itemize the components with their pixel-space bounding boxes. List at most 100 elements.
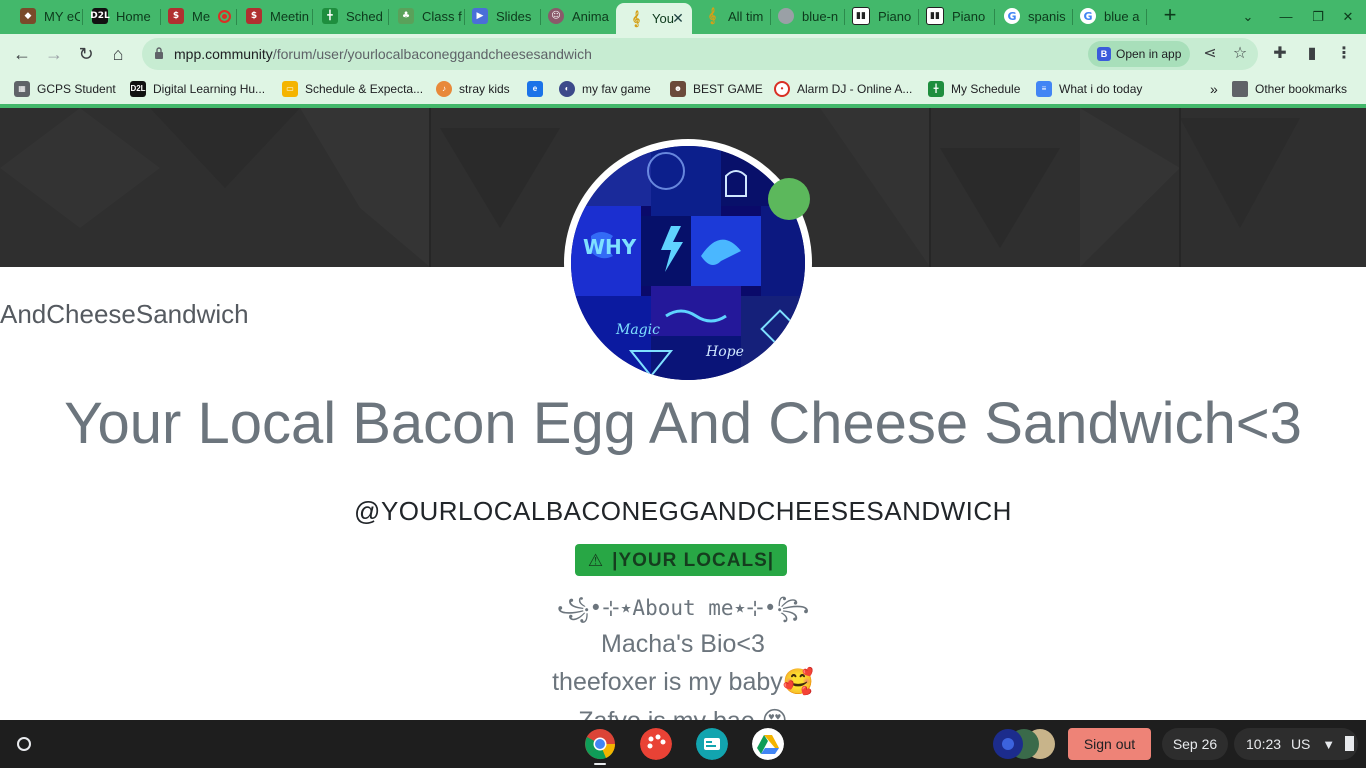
edge-icon: e xyxy=(527,81,543,97)
minimize-icon[interactable]: — xyxy=(1274,6,1298,28)
bookmark-gcps[interactable]: ▦ GCPS Student xyxy=(14,74,116,104)
bookmark-label: Alarm DJ - Online A... xyxy=(797,82,913,96)
game-icon: ◐ xyxy=(559,81,575,97)
date-text: Sep 26 xyxy=(1172,736,1218,752)
bookmark-my-fav-game[interactable]: ◐ my fav game xyxy=(559,74,651,104)
open-in-app-button[interactable]: B Open in app xyxy=(1088,41,1190,67)
open-in-app-label: Open in app xyxy=(1116,47,1182,61)
bookmarks-bar: ▦ GCPS Student D2L Digital Learning Hu... … xyxy=(0,74,1366,104)
user-avatar-stack-icon[interactable] xyxy=(990,727,1058,761)
profile-display-name: Your Local Bacon Egg And Cheese Sandwich… xyxy=(64,391,1302,456)
bookmark-what-i-do[interactable]: ≡ What i do today xyxy=(1036,74,1142,104)
menu-icon[interactable]: ⋮ xyxy=(1330,40,1358,68)
bookmark-label: Schedule & Expecta... xyxy=(305,82,424,96)
bookmark-label: Digital Learning Hu... xyxy=(153,82,266,96)
wifi-icon: ▼ xyxy=(1322,737,1336,752)
restore-icon[interactable]: ❐ xyxy=(1306,6,1330,28)
tab-piano-2[interactable]: ▮▮ Piano xyxy=(914,0,992,32)
tab-slides[interactable]: ▶ Slides xyxy=(460,0,540,32)
recording-icon xyxy=(218,9,232,23)
bio-line: theefoxer is my baby🥰 xyxy=(552,668,814,696)
url-text[interactable]: mpp.community/forum/user/yourlocalbacone… xyxy=(174,38,592,70)
bookmark-star-icon[interactable]: ☆ xyxy=(1226,40,1254,68)
new-tab-button[interactable]: + xyxy=(1158,4,1182,28)
tab-anima[interactable]: ☺ Anima xyxy=(536,0,616,32)
globe-icon xyxy=(778,8,794,24)
svg-text:Hope: Hope xyxy=(705,344,744,360)
bookmark-d2l[interactable]: D2L Digital Learning Hu... xyxy=(130,74,265,104)
tab-meeting[interactable]: $ Meetin xyxy=(234,0,312,32)
chrome-icon[interactable] xyxy=(584,728,616,760)
tab-title: Class f xyxy=(422,8,462,24)
tab-home[interactable]: D2L Home xyxy=(80,0,158,32)
d2l-icon: D2L xyxy=(90,8,110,24)
forward-icon[interactable]: → xyxy=(40,40,68,68)
music-note-icon: 𝄞 xyxy=(707,8,717,24)
date-tray[interactable]: Sep 26 xyxy=(1162,728,1228,760)
close-tab-icon[interactable]: ✕ xyxy=(670,10,686,26)
game-icon: ☻ xyxy=(670,81,686,97)
tab-title: Piano xyxy=(878,8,912,24)
launcher-button[interactable] xyxy=(9,729,39,759)
browser-toolbar: ← → ↻ ⌂ mpp.community/forum/user/yourloc… xyxy=(0,34,1366,74)
reload-icon[interactable]: ↻ xyxy=(72,40,100,68)
sign-out-button[interactable]: Sign out xyxy=(1068,728,1151,760)
canvas-paint-icon[interactable] xyxy=(640,728,672,760)
avatar[interactable]: WHY Hope Magic xyxy=(571,146,805,380)
bookmark-schedule[interactable]: ▭ Schedule & Expecta... xyxy=(282,74,423,104)
building-icon: ▦ xyxy=(14,81,30,97)
google-drive-icon[interactable] xyxy=(752,728,784,760)
rank-label: |YOUR LOCALS| xyxy=(612,550,775,571)
os-shelf: Sign out Sep 26 10:23 US ▼ xyxy=(0,720,1366,768)
tab-blue-n[interactable]: blue-n xyxy=(766,0,842,32)
warning-icon: ⚠ xyxy=(587,551,605,570)
slides-icon: ▭ xyxy=(282,81,298,97)
tab-blue-a[interactable]: G blue a xyxy=(1068,0,1144,32)
face-icon: ☺ xyxy=(548,8,564,24)
tab-title: blue-n xyxy=(802,8,839,24)
bookmark-alarm-dj[interactable]: • Alarm DJ - Online A... xyxy=(774,74,912,104)
bookmark-my-schedule[interactable]: ╋ My Schedule xyxy=(928,74,1020,104)
tab-piano-1[interactable]: ▮▮ Piano xyxy=(840,0,916,32)
classroom-app-icon[interactable] xyxy=(696,728,728,760)
side-panel-icon[interactable]: ▮ xyxy=(1298,40,1326,68)
bookmark-edge[interactable]: e xyxy=(527,74,550,104)
close-window-icon[interactable]: ✕ xyxy=(1336,6,1360,28)
alarm-clock-icon: • xyxy=(774,81,790,97)
owl-icon: ◆ xyxy=(20,8,36,24)
bookmark-label: GCPS Student xyxy=(37,82,116,96)
svg-text:WHY: WHY xyxy=(583,235,637,259)
tab-search-icon[interactable]: ⌄ xyxy=(1236,6,1260,28)
tab-spanish[interactable]: G spanis xyxy=(992,0,1072,32)
extensions-icon[interactable]: ✚ xyxy=(1266,40,1294,68)
tab-title: Anima xyxy=(572,8,609,24)
bookmark-label: my fav game xyxy=(582,82,651,96)
tab-title: Me xyxy=(192,8,211,24)
tab-active-profile[interactable]: 𝄞 You ✕ xyxy=(616,3,692,34)
time-text: 10:23 xyxy=(1246,736,1282,752)
battery-icon xyxy=(1345,736,1355,751)
other-bookmarks-folder[interactable]: Other bookmarks xyxy=(1232,74,1347,104)
bookmark-label: My Schedule xyxy=(951,82,1021,96)
tab-schedule[interactable]: ╋ Sched xyxy=(310,0,388,32)
slides-icon: ▶ xyxy=(472,8,488,24)
tab-title: Home xyxy=(116,8,151,24)
video-icon: $ xyxy=(168,8,184,24)
google-icon: G xyxy=(1004,8,1020,24)
tab-meet-recording[interactable]: $ Me xyxy=(156,0,236,32)
tab-title: Slides xyxy=(496,8,532,24)
home-icon[interactable]: ⌂ xyxy=(104,40,132,68)
bookmark-label: stray kids xyxy=(459,82,510,96)
share-icon[interactable]: ⋖ xyxy=(1196,40,1224,68)
address-bar[interactable]: mpp.community/forum/user/yourlocalbacone… xyxy=(142,38,1258,70)
bookmark-best-game[interactable]: ☻ BEST GAME xyxy=(670,74,763,104)
back-icon[interactable]: ← xyxy=(8,40,36,68)
tab-my-ec[interactable]: ◆ MY eC xyxy=(8,0,80,32)
tab-class[interactable]: ♣ Class f xyxy=(386,0,464,32)
app-badge-icon: B xyxy=(1097,47,1111,61)
bookmark-stray-kids[interactable]: ♪ stray kids xyxy=(436,74,510,104)
status-tray[interactable]: 10:23 US ▼ xyxy=(1234,728,1358,760)
more-bookmarks-chevron-icon[interactable]: » xyxy=(1210,74,1218,104)
tab-strip: ◆ MY eC D2L Home $ Me $ Meetin ╋ Sched ♣… xyxy=(0,0,1366,34)
tab-all-time[interactable]: 𝄞 All tim xyxy=(692,0,770,32)
